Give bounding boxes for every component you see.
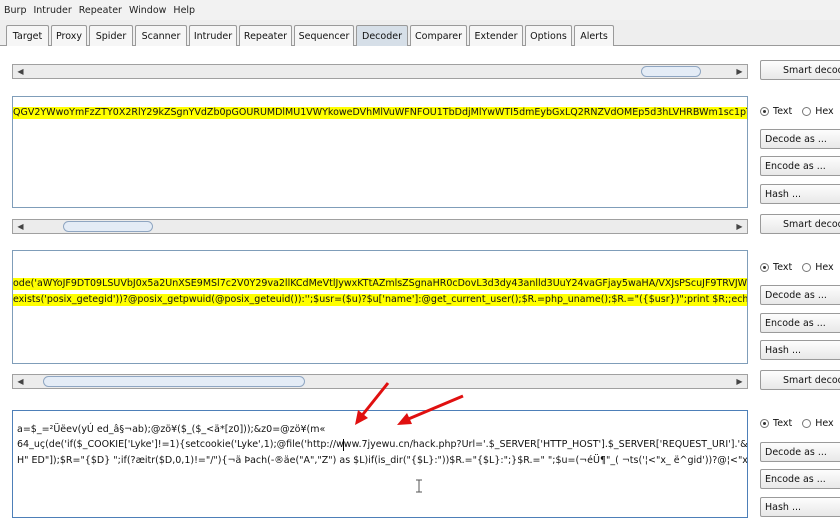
tab-comparer[interactable]: Comparer (410, 25, 467, 46)
panel2-encode-as-select[interactable]: Encode as ... (760, 156, 840, 176)
scroll-thumb[interactable] (43, 376, 305, 387)
scroll-right-icon[interactable]: ▶ (734, 221, 745, 232)
tab-scanner[interactable]: Scanner (135, 25, 187, 46)
tab-proxy[interactable]: Proxy (51, 25, 87, 46)
tab-spider[interactable]: Spider (89, 25, 133, 46)
tab-repeater[interactable]: Repeater (239, 25, 292, 46)
panel4-text-line2: 64_uç(de('if($_COOKIE['Lyke']!=1){setcoo… (17, 439, 748, 450)
tab-intruder[interactable]: Intruder (189, 25, 237, 46)
panel3-text-label: Text (773, 262, 793, 273)
tab-sequencer[interactable]: Sequencer (294, 25, 354, 46)
panel2-text-area[interactable]: QGV2YWwoYmFzZTY0X2RlY29kZSgnYVdZb0pGOURU… (12, 96, 748, 208)
panel3-text-area[interactable]: ode('aWYoJF9DT09LSUVbJ0x5a2UnXSE9MSl7c2V… (12, 250, 748, 364)
tab-bar: Target Proxy Spider Scanner Intruder Rep… (0, 20, 840, 46)
panel4-hash-select[interactable]: Hash ... (760, 497, 840, 517)
panel2-text-radio[interactable] (760, 107, 769, 116)
scroll-thumb[interactable] (63, 221, 153, 232)
panel1-smart-decode-button[interactable]: Smart decode (760, 60, 840, 80)
panel3-text-radio[interactable] (760, 263, 769, 272)
decoder-content: ◀ ▶ Smart decode QGV2YWwoYmFzZTY0X2RlY29… (0, 46, 840, 518)
panel2-smart-decode-button[interactable]: Smart decode (760, 214, 840, 234)
panel4-text-line1: a=$_=²Üëev(yÚ ed_â§¬ab);@zö¥($_($_<ä*[z0… (17, 424, 326, 435)
menu-help[interactable]: Help (173, 5, 195, 16)
panel3-hash-select[interactable]: Hash ... (760, 340, 840, 360)
panel4-hex-radio[interactable] (802, 419, 812, 428)
panel3-text-line2: exists('posix_getegid'))?@posix_getpwuid… (13, 294, 747, 306)
panel2-hscrollbar[interactable]: ◀ ▶ (12, 219, 748, 234)
scroll-right-icon[interactable]: ▶ (734, 376, 745, 387)
panel3-format-radios: Text Hex (760, 262, 840, 273)
panel4-text-radio[interactable] (760, 419, 769, 428)
panel4-text-area[interactable]: a=$_=²Üëev(yÚ ed_â§¬ab);@zö¥($_($_<ä*[z0… (12, 410, 748, 518)
menu-intruder[interactable]: Intruder (33, 5, 71, 16)
scroll-left-icon[interactable]: ◀ (15, 66, 26, 77)
scroll-left-icon[interactable]: ◀ (15, 221, 26, 232)
scroll-thumb[interactable] (641, 66, 701, 77)
panel2-decode-as-select[interactable]: Decode as ... (760, 129, 840, 149)
panel3-decode-as-select[interactable]: Decode as ... (760, 285, 840, 305)
text-caret (343, 439, 344, 451)
scroll-left-icon[interactable]: ◀ (15, 376, 26, 387)
panel2-hex-radio[interactable] (802, 107, 812, 116)
menu-burp[interactable]: Burp (4, 5, 26, 16)
panel2-hash-select[interactable]: Hash ... (760, 184, 840, 204)
panel4-text-line3: H" ED"]);$R="{$D} ";if(?æitr($D,0,1)!="/… (17, 455, 748, 466)
menu-repeater[interactable]: Repeater (79, 5, 122, 16)
menu-window[interactable]: Window (129, 5, 166, 16)
panel2-text: QGV2YWwoYmFzZTY0X2RlY29kZSgnYVdZb0pGOURU… (13, 107, 747, 119)
panel3-smart-decode-button[interactable]: Smart decode (760, 370, 840, 390)
scroll-right-icon[interactable]: ▶ (734, 66, 745, 77)
panel4-decode-as-select[interactable]: Decode as ... (760, 442, 840, 462)
panel4-text-label: Text (773, 418, 793, 429)
tab-decoder[interactable]: Decoder (356, 25, 408, 46)
panel2-text-label: Text (773, 106, 793, 117)
panel3-hscrollbar[interactable]: ◀ ▶ (12, 374, 748, 389)
panel4-encode-as-select[interactable]: Encode as ... (760, 469, 840, 489)
panel1-hscrollbar[interactable]: ◀ ▶ (12, 64, 748, 79)
panel4-format-radios: Text Hex (760, 418, 840, 429)
panel3-text-line1: ode('aWYoJF9DT09LSUVbJ0x5a2UnXSE9MSl7c2V… (13, 278, 747, 290)
tab-extender[interactable]: Extender (469, 25, 523, 46)
panel3-hex-label: Hex (815, 262, 834, 273)
menu-bar: Burp Intruder Repeater Window Help (0, 0, 840, 20)
panel4-hex-label: Hex (815, 418, 834, 429)
panel2-format-radios: Text Hex (760, 106, 840, 117)
tab-options[interactable]: Options (525, 25, 572, 46)
panel3-encode-as-select[interactable]: Encode as ... (760, 313, 840, 333)
tab-target[interactable]: Target (6, 25, 49, 46)
panel2-hex-label: Hex (815, 106, 834, 117)
panel3-hex-radio[interactable] (802, 263, 812, 272)
tab-alerts[interactable]: Alerts (574, 25, 614, 46)
